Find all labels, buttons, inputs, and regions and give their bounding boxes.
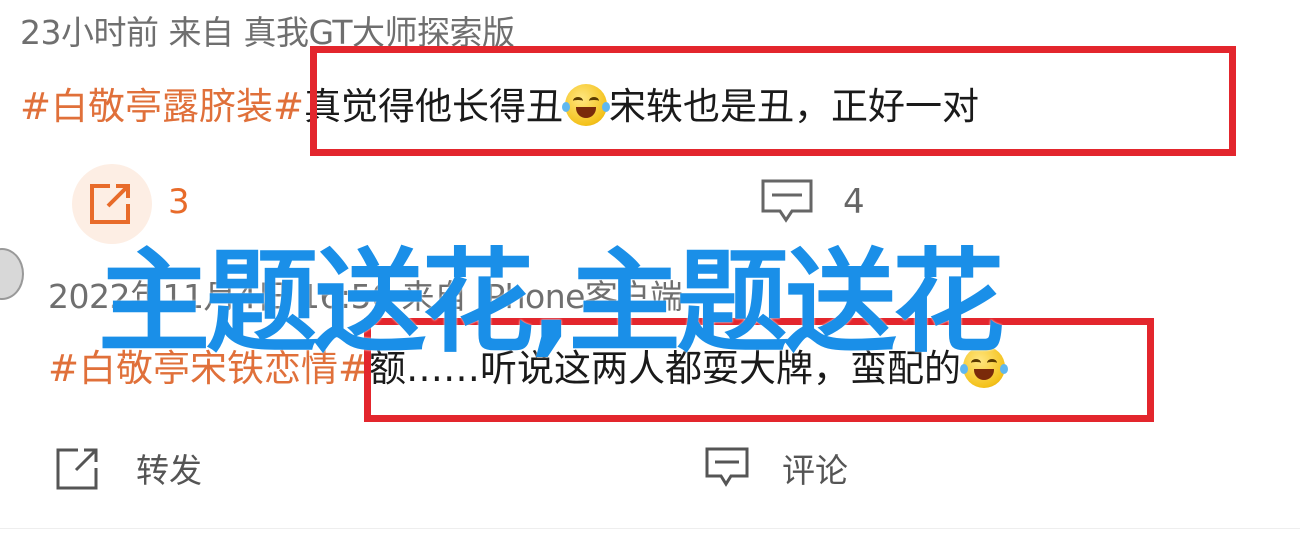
repost-button[interactable]: 转发 [54, 444, 214, 492]
comment-label: 评论 [782, 451, 848, 490]
divider [0, 528, 1300, 529]
repost-label: 转发 [136, 451, 202, 490]
comment-icon [705, 447, 749, 487]
hashtag-link[interactable]: #白敬亭露脐装# [20, 85, 304, 128]
watermark-overlay: 主题送花,主题送花 [98, 238, 1005, 368]
highlight-box [310, 46, 1236, 156]
share-icon [56, 448, 98, 490]
comment-button[interactable]: 评论 [704, 446, 864, 494]
avatar[interactable] [0, 248, 24, 300]
